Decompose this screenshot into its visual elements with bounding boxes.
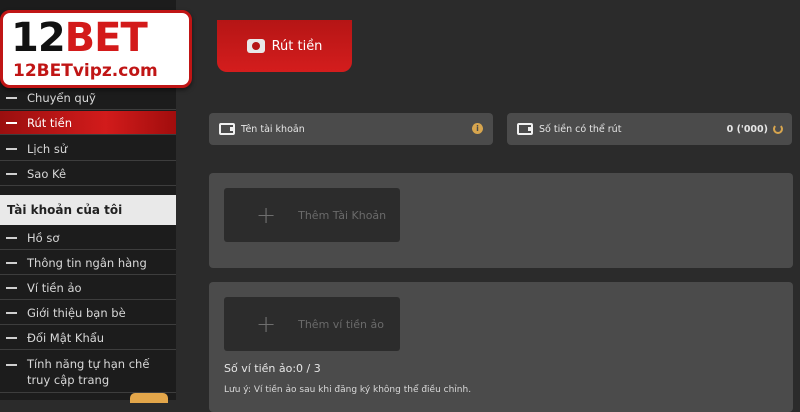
withdraw-icon bbox=[246, 39, 265, 53]
sidebar-item-label: Lịch sử bbox=[27, 141, 68, 156]
sidebar-item-label: Ví tiền ảo bbox=[27, 280, 82, 295]
add-wallet-button[interactable]: + Thêm ví tiền ảo bbox=[224, 297, 400, 351]
tab-withdraw[interactable]: Rút tiền bbox=[217, 20, 352, 72]
info-icon[interactable]: i bbox=[472, 123, 483, 134]
dash-icon bbox=[6, 121, 17, 124]
sidebar-item-label: Tính năng tự hạn chế truy cập trang bbox=[26, 357, 150, 387]
dash-icon bbox=[6, 364, 17, 366]
sidebar-item-statement[interactable]: Sao Kê bbox=[0, 162, 176, 186]
account-name-field[interactable]: Tên tài khoản i bbox=[209, 113, 493, 145]
add-wallet-label: Thêm ví tiền ảo bbox=[298, 317, 384, 331]
section-title-my-account: Tài khoản của tôi bbox=[0, 195, 176, 225]
sidebar-item-change-password[interactable]: Đổi Mật Khẩu bbox=[0, 326, 176, 350]
sidebar-item-label: Giới thiệu bạn bè bbox=[27, 305, 126, 320]
sidebar-item-crypto-wallet[interactable]: Ví tiền ảo bbox=[0, 276, 176, 300]
account-name-label: Tên tài khoản bbox=[241, 123, 305, 135]
sidebar-item-label: Chuyển quỹ bbox=[27, 90, 96, 105]
sidebar-item-label: Rút tiền bbox=[27, 115, 72, 130]
sidebar-item-label: Thông tin ngân hàng bbox=[27, 255, 147, 270]
logo-site: 12BETvipz.com bbox=[13, 61, 158, 81]
logo: 12BET 12BETvipz.com bbox=[0, 10, 192, 88]
badge bbox=[130, 393, 168, 403]
withdrawable-amount-field: Số tiền có thể rút 0 ('000) bbox=[507, 113, 792, 145]
plus-icon: + bbox=[256, 310, 277, 338]
sidebar-item-self-restriction[interactable]: Tính năng tự hạn chế truy cập trang bbox=[0, 351, 176, 393]
withdrawable-label: Số tiền có thể rút bbox=[539, 123, 622, 135]
sidebar-item-referral[interactable]: Giới thiệu bạn bè bbox=[0, 301, 176, 325]
bank-account-panel: + Thêm Tài Khoản bbox=[209, 173, 793, 268]
refresh-icon[interactable] bbox=[773, 124, 783, 134]
wallet-icon bbox=[517, 123, 533, 135]
sidebar-item-history[interactable]: Lịch sử bbox=[0, 137, 176, 161]
withdrawable-value: 0 ('000) bbox=[726, 123, 768, 135]
tab-label: Rút tiền bbox=[271, 38, 323, 54]
logo-wordmark: 12BET bbox=[11, 15, 148, 61]
dash-icon bbox=[6, 147, 17, 150]
dash-icon bbox=[6, 311, 17, 314]
wallet-icon bbox=[219, 123, 235, 135]
add-account-button[interactable]: + Thêm Tài Khoản bbox=[224, 188, 400, 242]
crypto-wallet-panel: + Thêm ví tiền ảo Số ví tiền ảo:0 / 3 Lư… bbox=[209, 282, 793, 412]
wallet-count: Số ví tiền ảo:0 / 3 bbox=[224, 362, 321, 375]
sidebar-item-bank-info[interactable]: Thông tin ngân hàng bbox=[0, 251, 176, 275]
sidebar-item-label: Hồ sơ bbox=[27, 230, 60, 245]
add-account-label: Thêm Tài Khoản bbox=[298, 208, 387, 222]
dash-icon bbox=[6, 336, 17, 339]
sidebar-item-transfer[interactable]: Chuyển quỹ bbox=[0, 86, 176, 110]
sidebar-item-label: Sao Kê bbox=[27, 166, 67, 181]
plus-icon: + bbox=[256, 201, 277, 229]
dash-icon bbox=[6, 261, 17, 264]
sidebar-item-withdraw[interactable]: Rút tiền bbox=[0, 111, 176, 135]
sidebar-item-label: Đổi Mật Khẩu bbox=[27, 330, 105, 345]
dash-icon bbox=[6, 96, 17, 99]
sidebar-item-profile[interactable]: Hồ sơ bbox=[0, 226, 176, 250]
dash-icon bbox=[6, 172, 17, 175]
dash-icon bbox=[6, 236, 17, 239]
wallet-note: Lưu ý: Ví tiền ảo sau khi đăng ký không … bbox=[224, 385, 472, 395]
dash-icon bbox=[6, 286, 17, 289]
main-content: Rút tiền Tên tài khoản i Số tiền có thể … bbox=[176, 0, 800, 412]
